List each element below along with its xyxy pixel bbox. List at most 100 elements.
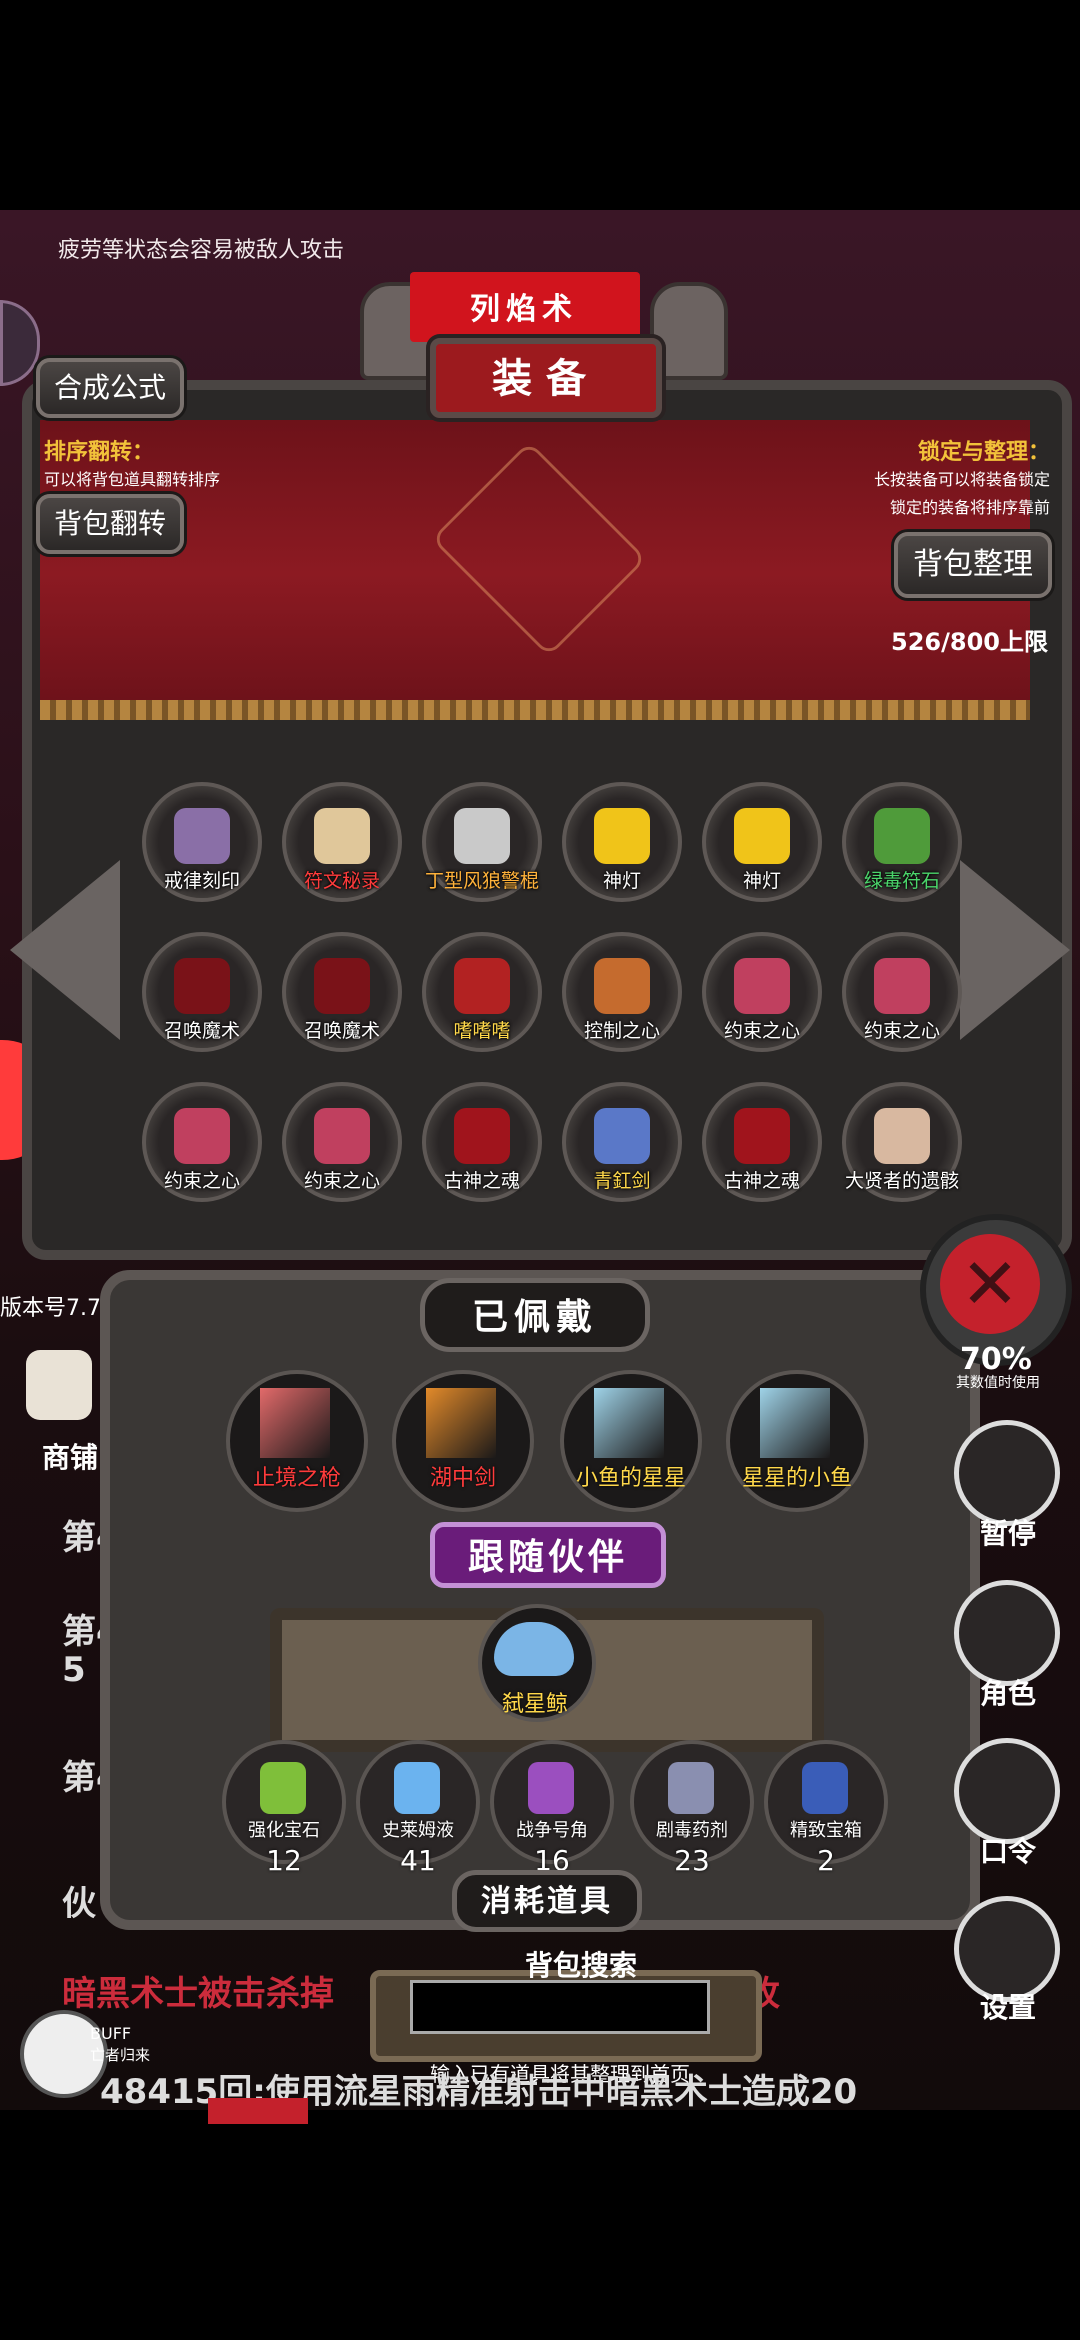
consumable-slot[interactable]: 强化宝石 12	[222, 1740, 346, 1877]
control-heart-icon	[594, 958, 650, 1014]
inventory-item-label: 符文秘录	[303, 870, 380, 892]
inventory-slot[interactable]: 神灯	[702, 782, 822, 902]
horn-scroll-icon	[314, 808, 370, 864]
poison-rune-icon	[874, 808, 930, 864]
inventory-item-label: 古神之魂	[443, 1170, 520, 1192]
inventory-item-label: 神灯	[602, 870, 641, 892]
inventory-slot[interactable]: 丁型风狼警棍	[422, 782, 542, 902]
inventory-slot[interactable]: 符文秘录	[282, 782, 402, 902]
inventory-slot[interactable]: 戒律刻印	[142, 782, 262, 902]
pentagram-icon	[174, 958, 230, 1014]
consumable-count: 12	[266, 1844, 302, 1877]
consumable-label: 剧毒药剂	[656, 1820, 728, 1841]
demon-card-icon	[454, 958, 510, 1014]
inventory-slot[interactable]: 神灯	[562, 782, 682, 902]
consumable-slot[interactable]: 剧毒药剂 23	[630, 1740, 754, 1877]
consumable-label: 战争号角	[516, 1820, 588, 1841]
inventory-slot[interactable]: 召唤魔术	[142, 932, 262, 1052]
sort-note-text: 可以将背包道具翻转排序	[44, 470, 221, 489]
war-horn-icon	[528, 1762, 574, 1814]
consumable-slot[interactable]: 战争号角 16	[490, 1740, 614, 1877]
inventory-item-label: 约束之心	[723, 1020, 800, 1042]
role-icon[interactable]	[954, 1580, 1060, 1686]
code-label[interactable]: 口令	[958, 1830, 1058, 1870]
buff-name: 亡者归来	[90, 2046, 151, 2064]
lock-note-title: 锁定与整理：	[917, 440, 1050, 465]
kill-log: 暗黑术士被击杀掉	[62, 1974, 334, 2014]
inventory-slot[interactable]: 约束之心	[702, 932, 822, 1052]
lock-note-text: 长按装备可以将装备锁定	[873, 470, 1050, 489]
blue-sword-icon	[594, 1108, 650, 1164]
search-label: 背包搜索	[524, 1949, 637, 1982]
equipped-slot[interactable]: 星星的小鱼	[726, 1370, 868, 1512]
inventory-slot[interactable]: 古神之魂	[422, 1082, 542, 1202]
skill-name: 列焰术	[470, 292, 578, 327]
inventory-item-label: 古神之魂	[723, 1170, 800, 1192]
search-input[interactable]	[410, 1980, 710, 2034]
equipped-title: 已佩戴	[471, 1297, 598, 1338]
inventory-item-label: 约束之心	[163, 1170, 240, 1192]
inventory-item-label: 控制之心	[583, 1020, 660, 1042]
inventory-item-label: 召唤魔术	[163, 1020, 240, 1042]
equipped-slot[interactable]: 湖中剑	[392, 1370, 534, 1512]
page-title: 装备	[492, 356, 600, 402]
log-line: 伙	[62, 1884, 96, 1924]
role-label[interactable]: 角色	[958, 1672, 1058, 1712]
sort-button[interactable]: 背包整理	[894, 532, 1052, 598]
inventory-item-label: 大贤者的遗骸	[844, 1170, 959, 1192]
consumable-slot[interactable]: 史莱姆液 41	[356, 1740, 480, 1877]
inventory-slot[interactable]: 青釭剑	[562, 1082, 682, 1202]
flip-button[interactable]: 背包翻转	[36, 494, 184, 554]
close-icon[interactable]: ✕	[940, 1234, 1040, 1334]
settings-label[interactable]: 设置	[958, 1986, 1058, 2026]
inventory-item-label: 戒律刻印	[163, 870, 240, 892]
equipped-slot[interactable]: 止境之枪	[226, 1370, 368, 1512]
inventory-item-label: 约束之心	[303, 1170, 380, 1192]
version-label: 版本号7.75	[0, 1296, 115, 1321]
companion-name: 弑星鲸	[501, 1692, 568, 1717]
ancient-soul-icon	[454, 1108, 510, 1164]
bind-heart-icon	[734, 958, 790, 1014]
inventory-slot[interactable]: 嗜嗜嗜	[422, 932, 542, 1052]
equipped-slot[interactable]: 小鱼的星星	[560, 1370, 702, 1512]
inventory-slot[interactable]: 约束之心	[842, 932, 962, 1052]
shop-label[interactable]: 商铺	[42, 1436, 98, 1476]
inventory-slot[interactable]: 古神之魂	[702, 1082, 822, 1202]
inventory-item-label: 青釭剑	[593, 1170, 651, 1192]
inventory-slot[interactable]: 召唤魔术	[282, 932, 402, 1052]
curtain-fringe	[40, 700, 1030, 720]
inventory-slot[interactable]: 约束之心	[282, 1082, 402, 1202]
equipped-item-label: 小鱼的星星	[575, 1466, 686, 1491]
lake-sword-icon	[426, 1388, 496, 1458]
prev-page-arrow-icon[interactable]	[10, 860, 120, 1040]
ancient-soul-icon	[734, 1108, 790, 1164]
shop-icon[interactable]	[26, 1350, 92, 1420]
inventory-slot[interactable]: 控制之心	[562, 932, 682, 1052]
formula-button[interactable]: 合成公式	[36, 358, 184, 418]
consumable-count: 2	[817, 1844, 835, 1877]
magic-lamp-icon	[734, 808, 790, 864]
percent-note: 其数值时使用	[956, 1375, 1040, 1391]
poison-potion-icon	[668, 1762, 714, 1814]
progress-marker	[208, 2098, 308, 2124]
code-scroll-icon[interactable]	[954, 1738, 1060, 1844]
inventory-slot[interactable]: 约束之心	[142, 1082, 262, 1202]
capacity-label: 526/800上限	[891, 628, 1048, 656]
consumable-slot[interactable]: 精致宝箱 2	[764, 1740, 888, 1877]
equipped-item-label: 止境之枪	[252, 1466, 341, 1491]
inventory-slot[interactable]: 大贤者的遗骸	[842, 1082, 962, 1202]
cross-baton-icon	[454, 808, 510, 864]
companion-title: 跟随伙伴	[467, 1537, 628, 1578]
consumable-label: 精致宝箱	[790, 1820, 862, 1841]
log-line: 5	[62, 1650, 86, 1690]
gem-icon	[260, 1762, 306, 1814]
hint-text: 疲劳等状态会容易被敌人攻击	[58, 238, 345, 263]
inventory-slot[interactable]: 绿毒符石	[842, 782, 962, 902]
equipped-item-label: 湖中剑	[429, 1466, 496, 1491]
inventory-item-label: 绿毒符石	[863, 870, 940, 892]
treasure-chest-icon	[802, 1762, 848, 1814]
consumable-label: 强化宝石	[248, 1820, 320, 1841]
dice-icon[interactable]	[954, 1420, 1060, 1526]
spear-icon	[260, 1388, 330, 1458]
pause-label[interactable]: 暂停	[958, 1512, 1058, 1552]
